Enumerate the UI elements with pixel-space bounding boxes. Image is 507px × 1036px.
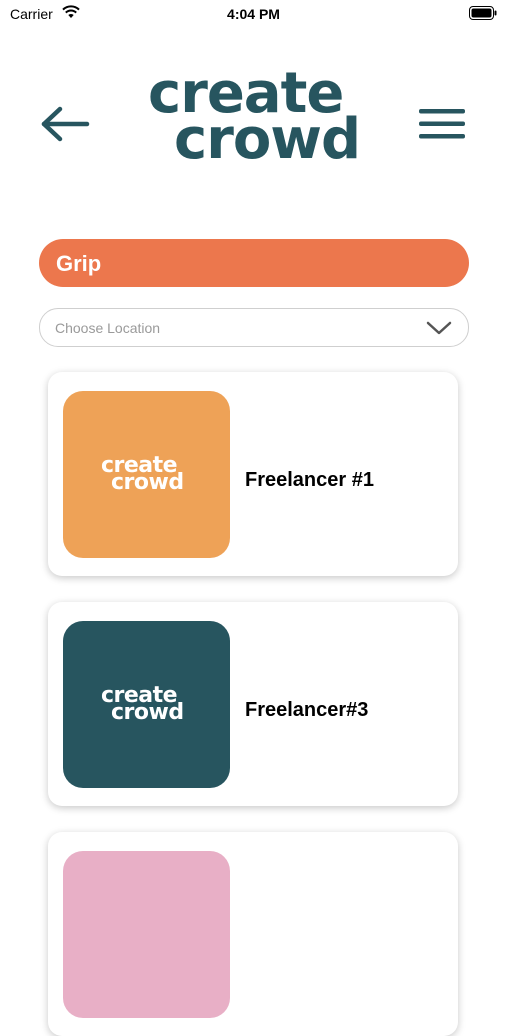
- back-button[interactable]: [40, 104, 92, 144]
- freelancer-thumbnail: create crowd: [63, 621, 230, 788]
- logo-line-2: crowd: [174, 107, 361, 172]
- thumbnail-logo-line-2: crowd: [111, 470, 184, 495]
- location-placeholder: Choose Location: [55, 320, 161, 336]
- freelancer-card[interactable]: create crowd Freelancer #1: [48, 372, 458, 576]
- status-bar: Carrier 4:04 PM: [0, 0, 507, 28]
- app-logo: create crowd: [148, 66, 364, 168]
- thumbnail-logo: create crowd: [101, 455, 201, 495]
- freelancer-thumbnail: create crowd: [63, 391, 230, 558]
- location-select[interactable]: Choose Location: [39, 308, 469, 347]
- hamburger-menu-icon: [419, 109, 465, 139]
- thumbnail-logo-line-2: crowd: [111, 700, 184, 725]
- arrow-left-icon: [41, 106, 90, 142]
- category-banner: Grip: [39, 239, 469, 287]
- battery-icon: [469, 6, 497, 25]
- freelancer-name: Freelancer #1: [245, 469, 374, 491]
- chevron-down-icon: [426, 320, 452, 341]
- freelancer-name: Freelancer#3: [245, 699, 369, 721]
- category-title: Grip: [56, 251, 102, 276]
- thumbnail-logo: create crowd: [101, 685, 201, 725]
- freelancer-card[interactable]: create crowd Freelancer#3: [48, 602, 458, 806]
- freelancer-card[interactable]: [48, 832, 458, 1036]
- clock: 4:04 PM: [227, 6, 280, 22]
- freelancer-thumbnail: [63, 851, 230, 1018]
- menu-button[interactable]: [416, 104, 468, 144]
